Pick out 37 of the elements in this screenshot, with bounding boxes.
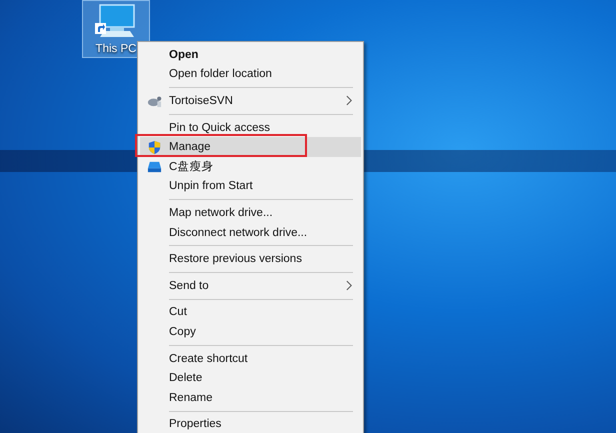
menu-item-label: TortoiseSVN (169, 94, 234, 107)
menu-item[interactable]: Copy (140, 322, 361, 342)
menu-item-label: C盘瘦身 (169, 159, 214, 174)
desktop-icon[interactable]: This PC (82, 0, 150, 58)
menu-item[interactable]: Restore previous versions (140, 249, 361, 269)
drive-icon (147, 159, 162, 174)
menu-item[interactable]: Create shortcut (140, 348, 361, 368)
menu-item-label: Copy (169, 326, 197, 338)
menu-item[interactable]: Properties (140, 414, 361, 433)
menu-item[interactable]: Rename (140, 388, 361, 408)
menu-item-label: Cut (169, 306, 188, 318)
menu-item-label: Create shortcut (169, 352, 249, 365)
menu-item[interactable]: Cut (140, 302, 361, 322)
desktop-icon-label: This PC (96, 43, 136, 55)
menu-item-label: Map network drive... (169, 206, 274, 219)
menu-item[interactable]: Send to (140, 276, 361, 296)
menu-item-label: Manage (169, 141, 212, 154)
menu-item-label: Delete (169, 372, 204, 384)
menu-item[interactable]: Pin to Quick access (140, 118, 361, 138)
menu-item[interactable]: C盘瘦身 (140, 156, 361, 177)
menu-item-label: Properties (169, 418, 222, 430)
menu-item-label: Rename (169, 392, 214, 404)
menu-item[interactable]: Disconnect network drive... (140, 222, 361, 242)
menu-item[interactable]: Open folder location (140, 64, 361, 84)
menu-item-label: Pin to Quick access (169, 122, 271, 134)
menu-item-label: Restore previous versions (169, 253, 303, 266)
menu-item-label: Open folder location (169, 68, 273, 80)
menu-item[interactable]: Delete (140, 368, 361, 388)
menu-item-label: Open (169, 48, 200, 61)
menu-item[interactable]: Map network drive... (140, 203, 361, 223)
shield-icon (147, 140, 162, 155)
computer-icon (94, 3, 138, 39)
menu-item-label: Unpin from Start (169, 180, 254, 192)
menu-item[interactable]: TortoiseSVN (140, 91, 361, 111)
menu-item-label: Send to (169, 280, 210, 292)
menu-item-label: Disconnect network drive... (169, 226, 308, 239)
menu-item[interactable]: Unpin from Start (140, 176, 361, 196)
